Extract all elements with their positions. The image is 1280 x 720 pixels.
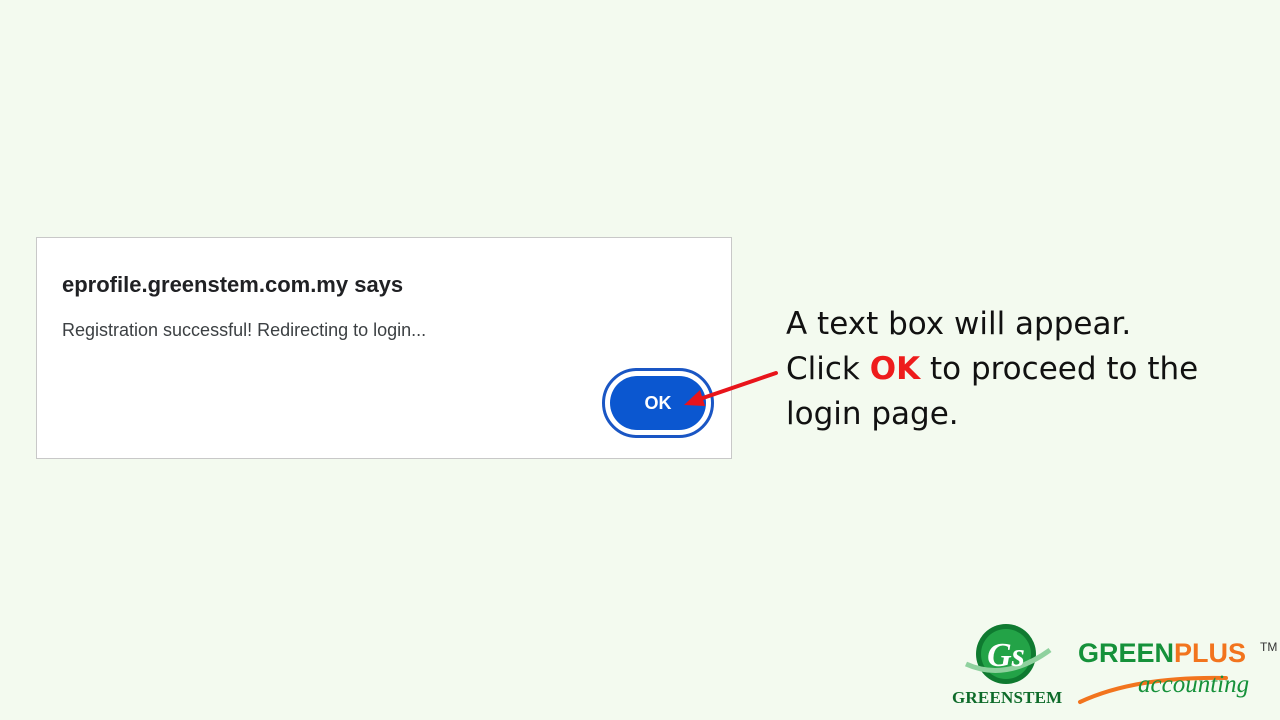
ok-button-focus-ring: OK: [602, 368, 714, 438]
greenplus-logo: GREENPLUS TM accounting: [1076, 638, 1277, 708]
alert-dialog: eprofile.greenstem.com.my says Registrat…: [36, 237, 732, 459]
greenstem-monogram: Gs: [987, 637, 1025, 674]
greenstem-logo-icon: Gs: [964, 624, 1052, 684]
greenstem-logo: Gs GREENSTEM: [952, 620, 1063, 712]
callout-line-2-prefix: Click: [786, 351, 870, 387]
callout-line-2-suffix: to proceed to the: [920, 351, 1199, 387]
instruction-callout: A text box will appear. Click OK to proc…: [786, 302, 1246, 437]
callout-ok-highlight: OK: [869, 351, 921, 387]
dialog-title: eprofile.greenstem.com.my says: [62, 272, 404, 297]
callout-line-2: Click OK to proceed to the: [786, 347, 1246, 392]
dialog-message: Registration successful! Redirecting to …: [62, 320, 427, 340]
callout-line-3: login page.: [786, 396, 959, 432]
greenstem-label: GREENSTEM: [952, 688, 1063, 707]
greenplus-accounting-text: accounting: [1138, 671, 1250, 698]
callout-line-1: A text box will appear.: [786, 306, 1132, 342]
ok-button[interactable]: OK: [610, 376, 706, 430]
